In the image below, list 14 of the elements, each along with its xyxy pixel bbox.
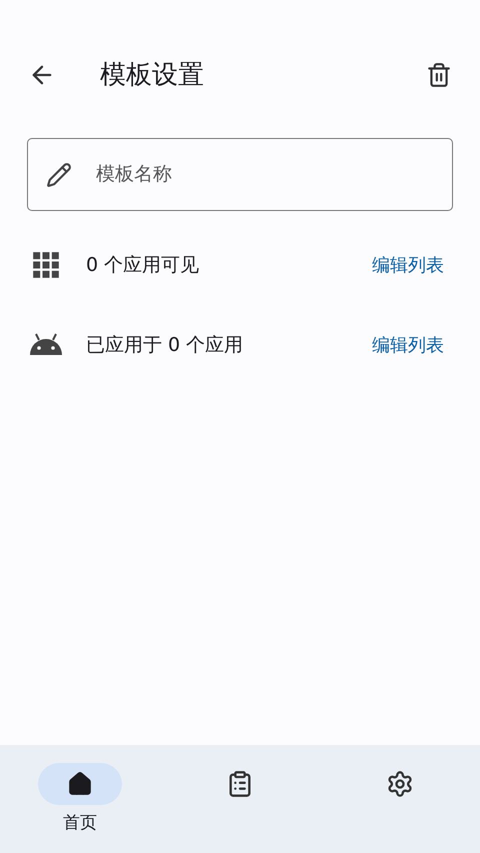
nav-tab[interactable]: 首页	[0, 763, 160, 836]
trash-icon	[426, 62, 452, 88]
name-input[interactable]: 模板名称	[96, 160, 434, 189]
edit-list-link[interactable]: 编辑列表	[372, 332, 444, 358]
edit-list-link[interactable]: 编辑列表	[372, 252, 444, 278]
settings-icon	[386, 770, 414, 798]
row-label: 已应用于 0 个应用	[86, 332, 244, 358]
name-field[interactable]: 模板名称	[27, 138, 453, 211]
pencil-icon	[46, 162, 72, 188]
home-icon	[67, 771, 93, 797]
row-label: 0 个应用可见	[86, 252, 200, 278]
android-icon	[28, 333, 64, 357]
page-title: 模板设置	[100, 58, 205, 92]
grid-icon	[32, 251, 60, 279]
